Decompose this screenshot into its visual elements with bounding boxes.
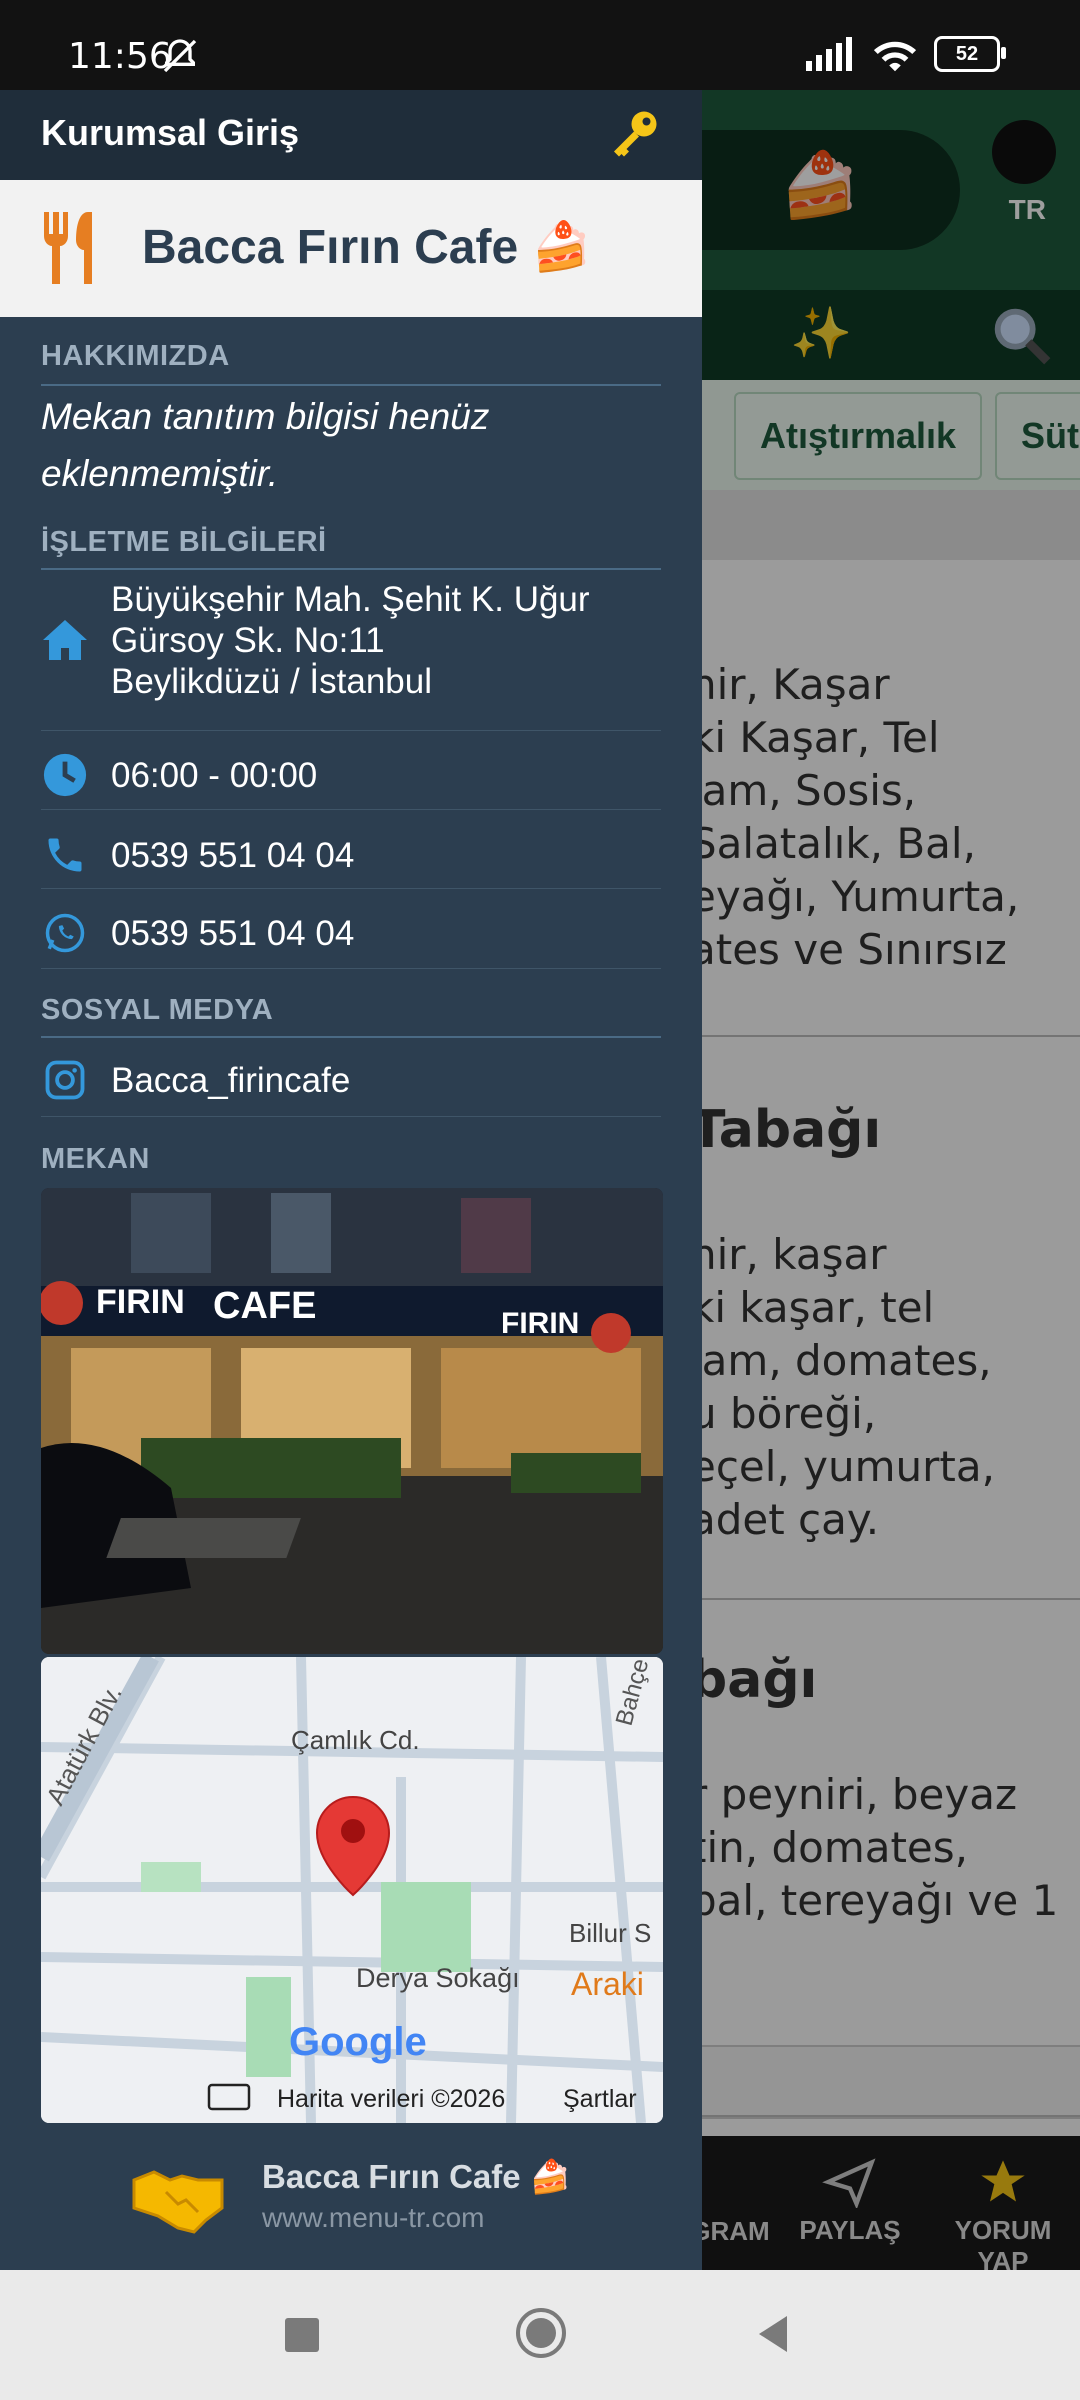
signal-icon	[806, 37, 852, 71]
bell-off-icon	[160, 36, 200, 81]
venue-header: MEKAN	[41, 1143, 150, 1175]
key-icon[interactable]	[604, 104, 664, 164]
hours-row: 06:00 - 00:00	[41, 740, 661, 810]
divider	[41, 968, 661, 969]
google-logo: Google	[289, 2020, 427, 2064]
address-text: Büyükşehir Mah. Şehit K. Uğur Gürsoy Sk.…	[111, 579, 590, 702]
map-label-derya: Derya Sokağı	[356, 1963, 520, 1993]
social-media-header: SOSYAL MEDYA	[41, 994, 274, 1026]
address-line: Büyükşehir Mah. Şehit K. Uğur	[111, 579, 590, 619]
sign-firin-2: FIRIN	[501, 1307, 579, 1340]
recents-button[interactable]	[285, 2318, 319, 2352]
clock-icon	[41, 751, 89, 799]
battery-icon: 52	[934, 36, 1006, 72]
divider	[41, 888, 661, 889]
utensils-icon	[44, 212, 92, 284]
map-label-camlik: Çamlık Cd.	[291, 1725, 420, 1755]
battery-level: 52	[955, 42, 979, 65]
status-bar: 11:56 52	[0, 0, 1080, 90]
divider	[41, 1116, 661, 1117]
divider	[41, 809, 661, 810]
footer-url[interactable]: www.menu-tr.com	[262, 2202, 485, 2234]
footer-brand-name: Bacca Fırın Cafe 🍰	[262, 2158, 571, 2195]
whatsapp-icon	[41, 909, 89, 957]
brand-header: Bacca Fırın Cafe 🍰	[0, 180, 702, 317]
phone-icon	[41, 831, 89, 879]
phone-text: 0539 551 04 04	[111, 835, 355, 875]
instagram-row[interactable]: Bacca_firincafe	[41, 1045, 661, 1115]
handshake-icon	[132, 2170, 224, 2234]
divider	[41, 568, 661, 570]
map-data-attribution: Harita verileri ©2026	[277, 2085, 505, 2113]
divider	[41, 1036, 661, 1038]
address-line: Gürsoy Sk. No:11	[111, 620, 385, 660]
sign-firin: FIRIN	[96, 1283, 185, 1321]
back-button[interactable]	[755, 2314, 791, 2354]
address-line: Beylikdüzü / İstanbul	[111, 661, 433, 701]
corporate-login-label: Kurumsal Giriş	[41, 112, 300, 153]
instagram-text: Bacca_firincafe	[111, 1060, 351, 1100]
phone-row[interactable]: 0539 551 04 04	[41, 820, 661, 890]
address-row[interactable]: Büyükşehir Mah. Şehit K. Uğur Gürsoy Sk.…	[41, 579, 661, 702]
sign-cafe: CAFE	[213, 1285, 316, 1327]
about-text: Mekan tanıtım bilgisi henüz eklenmemişti…	[41, 396, 490, 494]
system-nav-bar	[0, 2270, 1080, 2400]
business-info-header: İŞLETME BİLGİLERİ	[41, 526, 327, 558]
map-terms-link[interactable]: Şartlar	[563, 2085, 637, 2113]
map-label-billur: Billur S	[569, 1918, 651, 1948]
drawer-footer: Bacca Fırın Cafe 🍰 www.menu-tr.com	[0, 2130, 702, 2270]
venue-photo[interactable]: FIRIN CAFE FIRIN	[41, 1188, 663, 1654]
wifi-icon	[873, 41, 917, 72]
status-time: 11:56	[68, 36, 172, 77]
whatsapp-row[interactable]: 0539 551 04 04	[41, 898, 661, 968]
whatsapp-text: 0539 551 04 04	[111, 913, 355, 953]
map-label-araki: Araki	[571, 1966, 644, 2002]
location-map[interactable]: Atatürk Blv. Çamlık Cd. Bahçe Billur S D…	[41, 1657, 663, 2123]
side-drawer: Kurumsal Giriş Bacca Fırın Cafe 🍰 HAKKIM…	[0, 90, 702, 2270]
home-button[interactable]	[516, 2308, 566, 2358]
divider	[41, 384, 661, 386]
divider	[41, 730, 661, 731]
instagram-icon	[41, 1056, 89, 1104]
home-button-dot	[526, 2318, 556, 2348]
about-header: HAKKIMIZDA	[41, 340, 230, 372]
hours-text: 06:00 - 00:00	[111, 755, 318, 795]
home-icon	[41, 616, 89, 664]
brand-name: Bacca Fırın Cafe 🍰	[142, 221, 592, 274]
corporate-login-bar[interactable]: Kurumsal Giriş	[0, 90, 702, 180]
